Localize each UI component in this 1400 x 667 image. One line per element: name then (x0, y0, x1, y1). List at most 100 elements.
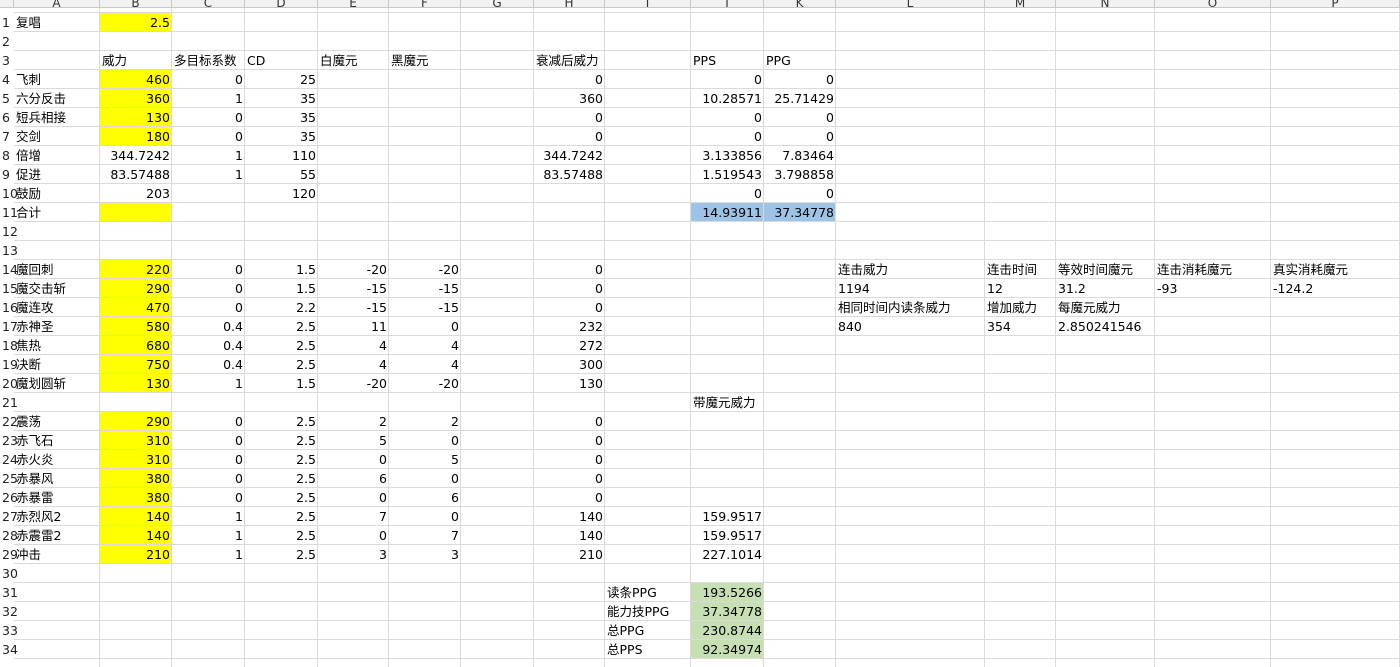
cell-e15[interactable]: -15 (318, 279, 389, 298)
cell-a1[interactable]: 复唱 (14, 13, 100, 32)
cell-d3[interactable]: CD (245, 51, 318, 70)
column-header-i[interactable]: I (605, 0, 691, 8)
cell-m14[interactable]: 连击时间 (985, 260, 1056, 279)
cell-a4[interactable]: 飞刺 (14, 70, 100, 89)
cell-b10[interactable]: 203 (100, 184, 172, 203)
cell-e17[interactable]: 11 (318, 317, 389, 336)
cell-e14[interactable]: -20 (318, 260, 389, 279)
cell-a14[interactable]: 魔回刺 (14, 260, 100, 279)
row-header-16[interactable]: 16 (0, 298, 18, 317)
cell-c7[interactable]: 0 (172, 127, 245, 146)
cell-c23[interactable]: 0 (172, 431, 245, 450)
cell-j8[interactable]: 3.133856 (691, 146, 764, 165)
cell-d27[interactable]: 2.5 (245, 507, 318, 526)
cell-l17[interactable]: 840 (836, 317, 985, 336)
spreadsheet-grid[interactable]: A B C D E F G H I J K L M N O P 1 2 3 4 5 6 7 8 9 10 11 12 13 14 15 16 1… (0, 0, 1400, 667)
row-header-13[interactable]: 13 (0, 241, 18, 260)
cell-c25[interactable]: 0 (172, 469, 245, 488)
cell-j11[interactable]: 14.93911 (691, 203, 764, 222)
cell-j7[interactable]: 0 (691, 127, 764, 146)
cell-a5[interactable]: 六分反击 (14, 89, 100, 108)
row-header-17[interactable]: 17 (0, 317, 18, 336)
cell-h23[interactable]: 0 (534, 431, 605, 450)
cell-j27[interactable]: 159.9517 (691, 507, 764, 526)
cell-c6[interactable]: 0 (172, 108, 245, 127)
row-header-24[interactable]: 24 (0, 450, 18, 469)
cell-a22[interactable]: 震荡 (14, 412, 100, 431)
cell-h3[interactable]: 衰减后威力 (534, 51, 605, 70)
cell-k10[interactable]: 0 (764, 184, 836, 203)
cell-d15[interactable]: 1.5 (245, 279, 318, 298)
cell-e16[interactable]: -15 (318, 298, 389, 317)
cell-a26[interactable]: 赤暴雷 (14, 488, 100, 507)
cell-e18[interactable]: 4 (318, 336, 389, 355)
cell-d7[interactable]: 35 (245, 127, 318, 146)
row-header-21[interactable]: 21 (0, 393, 18, 412)
cell-b18[interactable]: 680 (100, 336, 172, 355)
cell-a27[interactable]: 赤烈风2 (14, 507, 100, 526)
cell-j31[interactable]: 193.5266 (691, 583, 764, 602)
cell-j34[interactable]: 92.34974 (691, 640, 764, 659)
cell-h27[interactable]: 140 (534, 507, 605, 526)
cell-f22[interactable]: 2 (389, 412, 461, 431)
cell-f3[interactable]: 黑魔元 (389, 51, 461, 70)
row-header-6[interactable]: 6 (0, 108, 14, 127)
row-header-23[interactable]: 23 (0, 431, 18, 450)
cell-e29[interactable]: 3 (318, 545, 389, 564)
column-header-g[interactable]: G (461, 0, 534, 8)
cell-d24[interactable]: 2.5 (245, 450, 318, 469)
cell-a9[interactable]: 促进 (14, 165, 100, 184)
cell-b28[interactable]: 140 (100, 526, 172, 545)
cell-f28[interactable]: 7 (389, 526, 461, 545)
cell-h4[interactable]: 0 (534, 70, 605, 89)
cell-j10[interactable]: 0 (691, 184, 764, 203)
cell-c18[interactable]: 0.4 (172, 336, 245, 355)
cell-d20[interactable]: 1.5 (245, 374, 318, 393)
cell-h6[interactable]: 0 (534, 108, 605, 127)
row-header-1[interactable]: 1 (0, 13, 14, 32)
cell-d25[interactable]: 2.5 (245, 469, 318, 488)
cell-e3[interactable]: 白魔元 (318, 51, 389, 70)
row-header-34[interactable]: 34 (0, 640, 18, 659)
cell-e25[interactable]: 6 (318, 469, 389, 488)
cell-f24[interactable]: 5 (389, 450, 461, 469)
cell-h16[interactable]: 0 (534, 298, 605, 317)
row-header-31[interactable]: 31 (0, 583, 18, 602)
cell-n17[interactable]: 2.850241546 (1056, 317, 1155, 336)
row-header-27[interactable]: 27 (0, 507, 18, 526)
cell-h15[interactable]: 0 (534, 279, 605, 298)
cell-j6[interactable]: 0 (691, 108, 764, 127)
cell-c19[interactable]: 0.4 (172, 355, 245, 374)
cell-a29[interactable]: 冲击 (14, 545, 100, 564)
cell-f17[interactable]: 0 (389, 317, 461, 336)
cell-p15[interactable]: -124.2 (1271, 279, 1400, 298)
cell-m16[interactable]: 增加威力 (985, 298, 1056, 317)
cell-h29[interactable]: 210 (534, 545, 605, 564)
cell-b25[interactable]: 380 (100, 469, 172, 488)
cell-i34[interactable]: 总PPS (605, 640, 691, 659)
cell-c5[interactable]: 1 (172, 89, 245, 108)
cell-b1[interactable]: 2.5 (100, 13, 172, 32)
row-header-18[interactable]: 18 (0, 336, 18, 355)
cell-d6[interactable]: 35 (245, 108, 318, 127)
cell-d4[interactable]: 25 (245, 70, 318, 89)
cell-m15[interactable]: 12 (985, 279, 1056, 298)
column-header-o[interactable]: O (1155, 0, 1271, 8)
cell-c16[interactable]: 0 (172, 298, 245, 317)
row-header-25[interactable]: 25 (0, 469, 18, 488)
row-header-32[interactable]: 32 (0, 602, 18, 621)
cell-h8[interactable]: 344.7242 (534, 146, 605, 165)
cell-a8[interactable]: 倍增 (14, 146, 100, 165)
cell-f15[interactable]: -15 (389, 279, 461, 298)
cell-a6[interactable]: 短兵相接 (14, 108, 100, 127)
cell-b16[interactable]: 470 (100, 298, 172, 317)
row-header-11[interactable]: 11 (0, 203, 18, 222)
cell-d18[interactable]: 2.5 (245, 336, 318, 355)
column-header-h[interactable]: H (534, 0, 605, 8)
cell-p14[interactable]: 真实消耗魔元 (1271, 260, 1400, 279)
cell-k6[interactable]: 0 (764, 108, 836, 127)
cell-j29[interactable]: 227.1014 (691, 545, 764, 564)
column-header-f[interactable]: F (389, 0, 461, 8)
cell-h25[interactable]: 0 (534, 469, 605, 488)
cell-b7[interactable]: 180 (100, 127, 172, 146)
